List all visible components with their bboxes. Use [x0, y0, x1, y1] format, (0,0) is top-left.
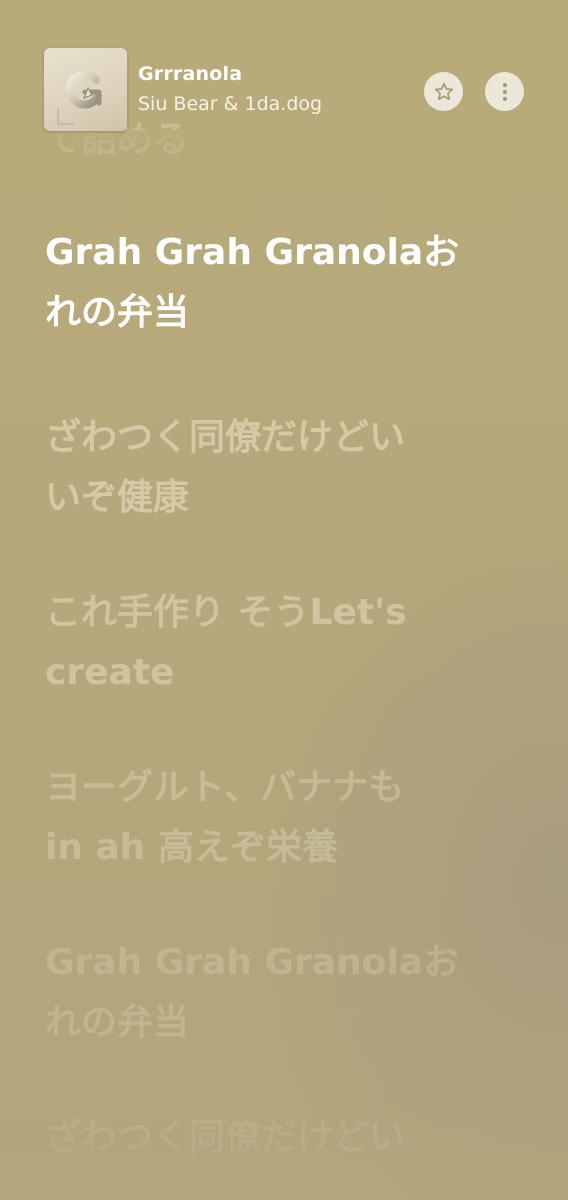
album-artwork[interactable] [44, 48, 127, 131]
more-options-button[interactable] [485, 72, 524, 111]
more-vertical-icon [502, 82, 507, 101]
lyric-text: いぞ健康 [45, 477, 190, 518]
star-icon [434, 82, 453, 100]
track-artist[interactable]: Siu Bear & 1da.dog [138, 93, 322, 115]
lyric-text: in ah 高えぞ栄養 [45, 827, 338, 868]
lyric-text: ざわつく同僚だけどい [45, 417, 406, 458]
lyric-text: ヨーグルト、バナナも [45, 767, 405, 808]
granola-logo-icon [57, 70, 102, 125]
lyric-line[interactable]: これ手作り そうLet's create [45, 583, 525, 703]
lyric-text: create [45, 652, 175, 693]
lyric-line[interactable]: ヨーグルト、バナナも in ah 高えぞ栄養 [45, 758, 525, 878]
now-playing-header: Grrranola Siu Bear & 1da.dog [0, 0, 568, 150]
lyric-line[interactable]: ざわつく同僚だけどい いぞ健康 [45, 408, 525, 528]
lyrics-view[interactable]: で詰める Grah Grah Granolaお れの弁当 ざわつく同僚だけどい … [0, 0, 568, 1200]
lyric-text: Grah Grah Granolaお [45, 232, 460, 273]
lyric-text: れの弁当 [45, 292, 190, 333]
lyric-line[interactable]: ざわつく同僚だけどい [45, 1108, 525, 1168]
track-title[interactable]: Grrranola [138, 63, 242, 85]
lyric-text: Grah Grah Granolaお [45, 942, 460, 983]
favorite-button[interactable] [424, 72, 463, 111]
lyric-line[interactable]: Grah Grah Granolaお れの弁当 [45, 933, 525, 1053]
lyric-text: ざわつく同僚だけどい [45, 1117, 406, 1158]
lyric-text: これ手作り そうLet's [45, 592, 407, 633]
lyric-text: れの弁当 [45, 1002, 190, 1043]
lyric-line-active[interactable]: Grah Grah Granolaお れの弁当 [45, 223, 525, 343]
